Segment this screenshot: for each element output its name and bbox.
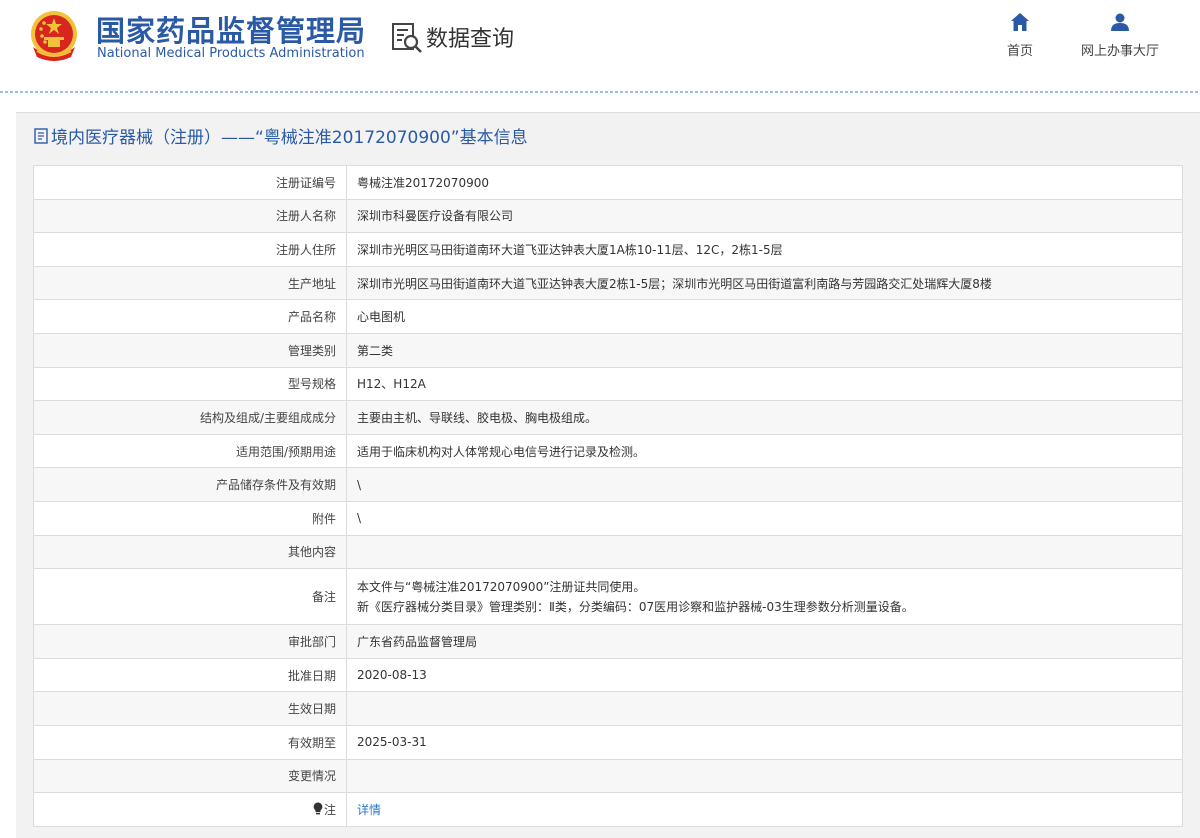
user-icon — [1111, 13, 1129, 31]
row-value: H12、H12A — [346, 366, 1183, 402]
row-value: 深圳市光明区马田街道南环大道飞亚达钟表大厦1A栋10-11层、12C，2栋1-5… — [346, 232, 1183, 267]
site-header: 国家药品监督管理局 National Medical Products Admi… — [0, 0, 1200, 92]
panel-title: 境内医疗器械（注册）——“粤械注准20172070900”基本信息 — [34, 123, 528, 148]
row-label: 生效日期 — [33, 691, 347, 726]
row-label: 注 — [33, 792, 347, 827]
row-value: 2020-08-13 — [346, 657, 1183, 693]
row-label: 备注 — [33, 568, 347, 626]
home-icon — [1011, 13, 1029, 31]
data-query-label: 数据查询 — [426, 27, 515, 52]
row-label: 注册人名称 — [33, 198, 347, 234]
table-row: 管理类别 第二类 — [33, 332, 1183, 368]
row-label: 其他内容 — [33, 534, 347, 570]
agency-name-cn[interactable]: 国家药品监督管理局 — [96, 8, 366, 50]
table-row: 备注 本文件与“粤械注准20172070900”注册证共同使用。 新《医疗器械分… — [33, 568, 1183, 626]
row-label: 审批部门 — [33, 624, 347, 659]
table-row: 附件 \ — [33, 500, 1183, 536]
table-row: 注册人名称 深圳市科曼医疗设备有限公司 — [33, 198, 1183, 234]
table-row: 生效日期 — [33, 691, 1183, 726]
row-label: 管理类别 — [33, 332, 347, 368]
row-value: 本文件与“粤械注准20172070900”注册证共同使用。 新《医疗器械分类目录… — [346, 568, 1183, 626]
row-label: 注册人住所 — [33, 232, 347, 267]
row-label: 批准日期 — [33, 657, 347, 693]
row-label: 附件 — [33, 500, 347, 536]
row-label: 结构及组成/主要组成成分 — [33, 400, 347, 435]
row-value: 主要由主机、导联线、胶电极、胸电极组成。 — [346, 400, 1183, 435]
note-label: 注 — [323, 802, 336, 817]
row-value — [346, 758, 1183, 794]
row-label: 有效期至 — [33, 724, 347, 760]
remark-line-2: 新《医疗器械分类目录》管理类别：Ⅱ类，分类编码：07医用诊察和监护器械-03生理… — [357, 599, 914, 614]
row-value — [346, 534, 1183, 570]
table-row: 变更情况 — [33, 758, 1183, 794]
row-value: 适用于临床机构对人体常规心电信号进行记录及检测。 — [346, 433, 1183, 469]
row-value: 详情 — [346, 792, 1183, 827]
row-label: 变更情况 — [33, 758, 347, 794]
nav-online-hall-label: 网上办事大厅 — [1080, 44, 1159, 59]
row-value — [346, 691, 1183, 726]
row-value: \ — [346, 467, 1183, 502]
table-row: 型号规格 H12、H12A — [33, 366, 1183, 402]
table-row: 产品名称 心电图机 — [33, 299, 1183, 334]
nav-home-label: 首页 — [1006, 44, 1033, 59]
row-value: 2025-03-31 — [346, 724, 1183, 760]
details-link[interactable]: 详情 — [357, 803, 381, 817]
document-icon — [34, 127, 48, 144]
row-value: 粤械注准20172070900 — [346, 165, 1183, 200]
row-label: 产品储存条件及有效期 — [33, 467, 347, 502]
panel-title-text: 境内医疗器械（注册）——“粤械注准20172070900”基本信息 — [51, 128, 528, 148]
data-query-link[interactable]: 数据查询 — [390, 20, 514, 54]
device-info-table: 注册证编号 粤械注准20172070900 注册人名称 深圳市科曼医疗设备有限公司 … — [33, 165, 1183, 827]
table-row: 适用范围/预期用途 适用于临床机构对人体常规心电信号进行记录及检测。 — [33, 433, 1183, 469]
row-value: 第二类 — [346, 332, 1183, 368]
table-row: 其他内容 — [33, 534, 1183, 570]
table-row: 批准日期 2020-08-13 — [33, 657, 1183, 693]
row-value: 深圳市科曼医疗设备有限公司 — [346, 198, 1183, 234]
row-value: 心电图机 — [346, 299, 1183, 334]
table-row: 注 详情 — [33, 792, 1183, 827]
detail-panel: 境内医疗器械（注册）——“粤械注准20172070900”基本信息 注册证编号粤… — [16, 112, 1200, 838]
nav-online-hall-link[interactable]: 网上办事大厅 — [1072, 12, 1168, 59]
row-label: 注册证编号 — [33, 165, 347, 200]
row-value: 深圳市光明区马田街道南环大道飞亚达钟表大厦2栋1-5层；深圳市光明区马田街道富利… — [346, 265, 1183, 301]
nav-home-link[interactable]: 首页 — [1000, 12, 1040, 59]
row-value: 广东省药品监督管理局 — [346, 624, 1183, 659]
national-emblem-icon[interactable] — [29, 9, 79, 61]
table-row: 注册证编号 粤械注准20172070900 — [33, 165, 1183, 200]
row-label: 适用范围/预期用途 — [33, 433, 347, 469]
data-search-icon — [392, 23, 422, 53]
table-row: 审批部门 广东省药品监督管理局 — [33, 624, 1183, 659]
row-label: 产品名称 — [33, 299, 347, 334]
row-label: 型号规格 — [33, 366, 347, 402]
table-row: 有效期至 2025-03-31 — [33, 724, 1183, 760]
table-row: 生产地址 深圳市光明区马田街道南环大道飞亚达钟表大厦2栋1-5层；深圳市光明区马田… — [33, 265, 1183, 301]
table-row: 产品储存条件及有效期 \ — [33, 467, 1183, 502]
row-label: 生产地址 — [33, 265, 347, 301]
header-divider — [0, 91, 1200, 93]
table-row: 结构及组成/主要组成成分 主要由主机、导联线、胶电极、胸电极组成。 — [33, 400, 1183, 435]
row-value: \ — [346, 500, 1183, 536]
lightbulb-icon — [313, 802, 323, 815]
table-row: 注册人住所 深圳市光明区马田街道南环大道飞亚达钟表大厦1A栋10-11层、12C，… — [33, 232, 1183, 267]
agency-name-en[interactable]: National Medical Products Administration — [97, 46, 365, 61]
remark-line-1: 本文件与“粤械注准20172070900”注册证共同使用。 — [357, 579, 646, 594]
